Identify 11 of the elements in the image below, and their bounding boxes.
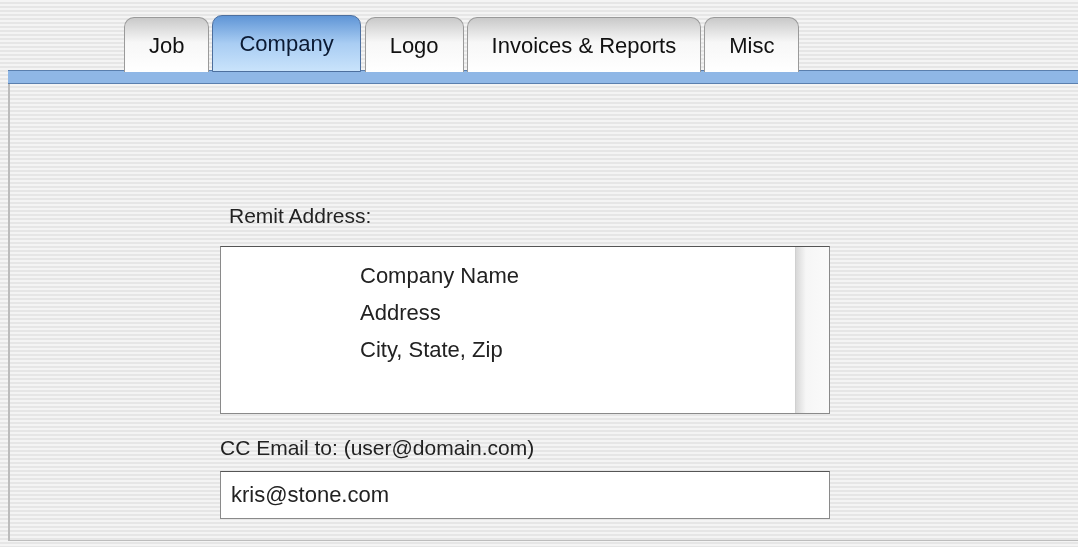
address-text: Company Name Address City, State, Zip (359, 261, 520, 364)
tab[interactable]: Company (212, 15, 361, 72)
tab[interactable]: Logo (364, 17, 464, 72)
email-input[interactable]: kris@stone.com (220, 471, 830, 519)
cc-email-label: CC Email to: (user@domain.com) (220, 434, 536, 461)
address-text-area[interactable]: Company Name Address City, State, Zip (220, 245, 830, 414)
remit-address-label: Remit Address: (229, 203, 373, 229)
tab[interactable]: Job (124, 17, 210, 72)
tab[interactable]: Invoices & Reports (466, 17, 702, 72)
tab[interactable]: Misc (704, 17, 800, 72)
scrollbar-track[interactable] (795, 246, 829, 413)
